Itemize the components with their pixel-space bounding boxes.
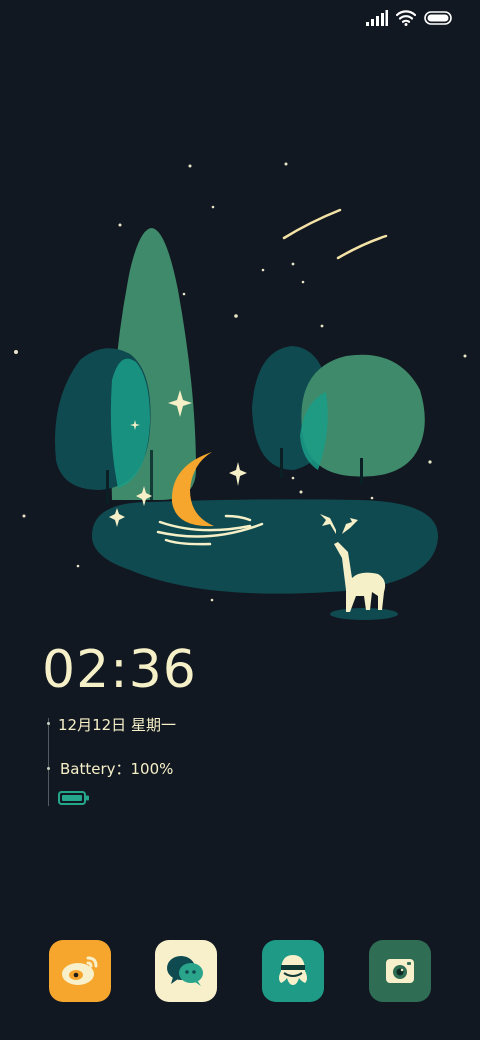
app-dock	[0, 940, 480, 1004]
status-bar	[366, 10, 452, 26]
wallpaper-illustration	[14, 162, 467, 620]
shooting-star-2	[336, 234, 388, 260]
camera-app[interactable]	[369, 940, 431, 1002]
timeline-dot	[47, 722, 50, 725]
lockscreen-info: 12月12日 星期一 Battery：100%	[47, 712, 248, 808]
shooting-star-1	[282, 208, 342, 240]
wechat-icon	[167, 956, 203, 986]
date-label: 12月12日 星期一	[58, 716, 176, 734]
battery-level-icon	[58, 791, 89, 805]
lockscreen-clock: 02:36	[42, 640, 197, 700]
camera-icon	[386, 959, 414, 983]
battery-icon	[424, 11, 452, 25]
weibo-icon	[62, 956, 98, 985]
qq-app[interactable]	[262, 940, 324, 1002]
right-tree-green	[300, 354, 425, 484]
pond	[91, 499, 439, 594]
signal-icon	[366, 10, 388, 26]
weibo-app[interactable]	[49, 940, 111, 1002]
wechat-app[interactable]	[155, 940, 217, 1002]
wifi-icon	[396, 10, 416, 26]
battery-status-label: Battery：100%	[60, 760, 174, 778]
qq-icon	[279, 955, 307, 985]
timeline-dot	[47, 767, 50, 770]
timeline-divider	[48, 718, 49, 806]
